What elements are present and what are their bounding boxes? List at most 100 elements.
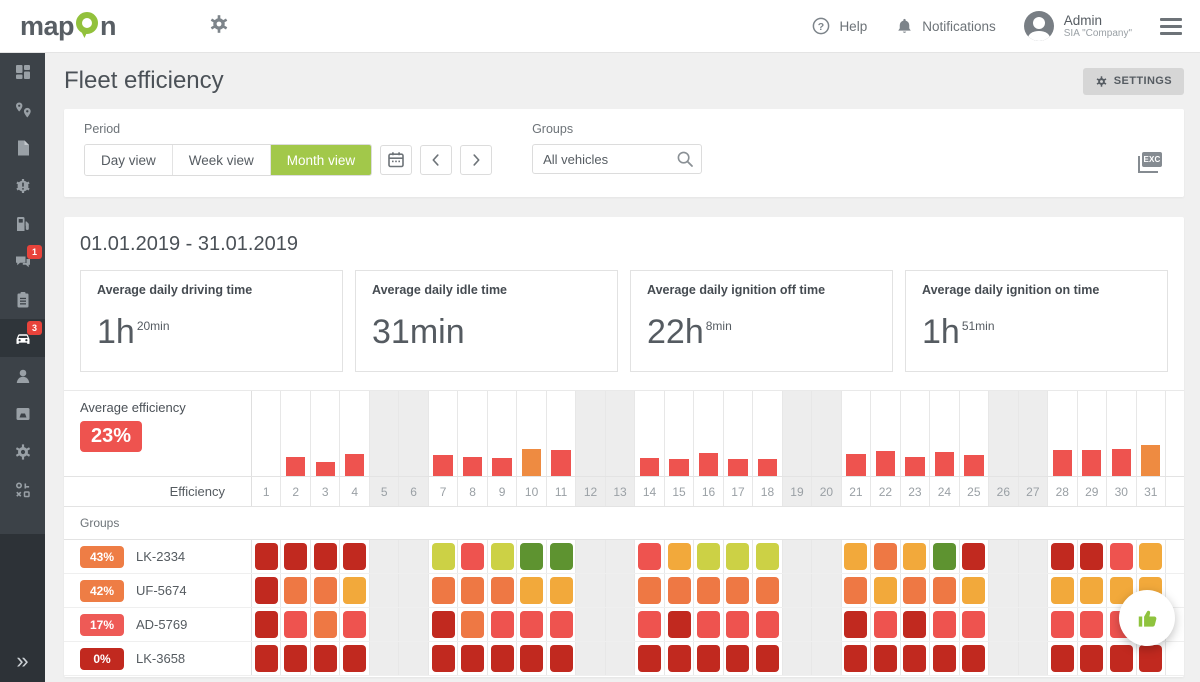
efficiency-cell-day-7[interactable] xyxy=(429,540,458,573)
efficiency-cell-day-21[interactable] xyxy=(842,642,871,675)
efficiency-cell-day-31[interactable] xyxy=(1137,540,1166,573)
efficiency-cell-day-29[interactable] xyxy=(1078,574,1107,607)
efficiency-cell-day-24[interactable] xyxy=(930,642,959,675)
efficiency-cell-day-4[interactable] xyxy=(340,540,369,573)
efficiency-cell-day-29[interactable] xyxy=(1078,608,1107,641)
sidebar-item-drivers[interactable] xyxy=(0,357,45,395)
mapon-logo[interactable]: mapn xyxy=(20,10,116,42)
search-icon[interactable] xyxy=(675,149,695,169)
efficiency-cell-day-16[interactable] xyxy=(694,642,723,675)
sidebar-item-dashboard[interactable] xyxy=(0,53,45,91)
efficiency-cell-day-8[interactable] xyxy=(458,642,487,675)
efficiency-cell-day-3[interactable] xyxy=(311,574,340,607)
export-excel-button[interactable]: EXC xyxy=(1138,148,1164,172)
efficiency-cell-day-8[interactable] xyxy=(458,540,487,573)
vehicle-name[interactable]: UF-5674 xyxy=(136,583,187,598)
sidebar-expand-button[interactable]: » xyxy=(0,648,45,674)
month-view-button[interactable]: Month view xyxy=(271,145,371,175)
efficiency-cell-day-30[interactable] xyxy=(1107,540,1136,573)
efficiency-cell-day-3[interactable] xyxy=(311,642,340,675)
day-view-button[interactable]: Day view xyxy=(85,145,173,175)
efficiency-cell-day-25[interactable] xyxy=(960,540,989,573)
efficiency-cell-day-31[interactable] xyxy=(1137,642,1166,675)
efficiency-cell-day-15[interactable] xyxy=(665,608,694,641)
sidebar-item-alerts[interactable] xyxy=(0,167,45,205)
sidebar-item-documents[interactable] xyxy=(0,129,45,167)
prev-period-button[interactable] xyxy=(420,145,452,175)
efficiency-cell-day-21[interactable] xyxy=(842,608,871,641)
sidebar-item-fuel[interactable] xyxy=(0,205,45,243)
efficiency-cell-day-25[interactable] xyxy=(960,608,989,641)
efficiency-cell-day-29[interactable] xyxy=(1078,642,1107,675)
efficiency-cell-day-15[interactable] xyxy=(665,540,694,573)
efficiency-cell-day-23[interactable] xyxy=(901,642,930,675)
efficiency-cell-day-7[interactable] xyxy=(429,574,458,607)
efficiency-cell-day-28[interactable] xyxy=(1048,540,1077,573)
efficiency-cell-day-28[interactable] xyxy=(1048,574,1077,607)
efficiency-cell-day-22[interactable] xyxy=(871,642,900,675)
efficiency-cell-day-7[interactable] xyxy=(429,608,458,641)
efficiency-cell-day-28[interactable] xyxy=(1048,608,1077,641)
sidebar-item-messages[interactable]: 1 xyxy=(0,243,45,281)
efficiency-cell-day-22[interactable] xyxy=(871,540,900,573)
efficiency-cell-day-23[interactable] xyxy=(901,574,930,607)
settings-button[interactable]: SETTINGS xyxy=(1083,68,1184,95)
efficiency-cell-day-16[interactable] xyxy=(694,608,723,641)
week-view-button[interactable]: Week view xyxy=(173,145,271,175)
vehicle-name[interactable]: LK-3658 xyxy=(136,651,185,666)
efficiency-cell-day-1[interactable] xyxy=(252,608,281,641)
efficiency-cell-day-16[interactable] xyxy=(694,574,723,607)
efficiency-cell-day-9[interactable] xyxy=(488,642,517,675)
efficiency-cell-day-18[interactable] xyxy=(753,540,782,573)
efficiency-cell-day-11[interactable] xyxy=(547,642,576,675)
efficiency-cell-day-29[interactable] xyxy=(1078,540,1107,573)
efficiency-cell-day-23[interactable] xyxy=(901,540,930,573)
efficiency-cell-day-11[interactable] xyxy=(547,574,576,607)
efficiency-cell-day-22[interactable] xyxy=(871,574,900,607)
efficiency-cell-day-22[interactable] xyxy=(871,608,900,641)
efficiency-cell-day-14[interactable] xyxy=(635,574,664,607)
efficiency-cell-day-7[interactable] xyxy=(429,642,458,675)
sidebar-item-tracking[interactable] xyxy=(0,91,45,129)
user-menu[interactable]: Admin SIA "Company" xyxy=(1024,11,1132,41)
efficiency-cell-day-10[interactable] xyxy=(517,574,546,607)
efficiency-cell-day-25[interactable] xyxy=(960,642,989,675)
sidebar-item-tasks[interactable] xyxy=(0,281,45,319)
efficiency-cell-day-28[interactable] xyxy=(1048,642,1077,675)
efficiency-cell-day-15[interactable] xyxy=(665,642,694,675)
efficiency-cell-day-9[interactable] xyxy=(488,574,517,607)
efficiency-cell-day-4[interactable] xyxy=(340,642,369,675)
vehicle-name[interactable]: LK-2334 xyxy=(136,549,185,564)
calendar-button[interactable] xyxy=(380,145,412,175)
efficiency-cell-day-11[interactable] xyxy=(547,608,576,641)
next-period-button[interactable] xyxy=(460,145,492,175)
efficiency-cell-day-14[interactable] xyxy=(635,608,664,641)
efficiency-cell-day-24[interactable] xyxy=(930,540,959,573)
feedback-fab-button[interactable] xyxy=(1119,590,1175,646)
efficiency-cell-day-4[interactable] xyxy=(340,608,369,641)
efficiency-cell-day-9[interactable] xyxy=(488,540,517,573)
efficiency-cell-day-1[interactable] xyxy=(252,642,281,675)
efficiency-cell-day-2[interactable] xyxy=(281,540,310,573)
efficiency-cell-day-15[interactable] xyxy=(665,574,694,607)
efficiency-cell-day-24[interactable] xyxy=(930,574,959,607)
efficiency-cell-day-17[interactable] xyxy=(724,574,753,607)
efficiency-cell-day-10[interactable] xyxy=(517,540,546,573)
vehicle-name[interactable]: AD-5769 xyxy=(136,617,187,632)
efficiency-cell-day-4[interactable] xyxy=(340,574,369,607)
efficiency-cell-day-21[interactable] xyxy=(842,540,871,573)
efficiency-cell-day-14[interactable] xyxy=(635,642,664,675)
efficiency-cell-day-8[interactable] xyxy=(458,574,487,607)
efficiency-cell-day-23[interactable] xyxy=(901,608,930,641)
efficiency-cell-day-30[interactable] xyxy=(1107,642,1136,675)
efficiency-cell-day-18[interactable] xyxy=(753,642,782,675)
efficiency-cell-day-25[interactable] xyxy=(960,574,989,607)
efficiency-cell-day-21[interactable] xyxy=(842,574,871,607)
notifications-button[interactable]: Notifications xyxy=(895,17,996,36)
help-button[interactable]: ? Help xyxy=(811,16,867,36)
efficiency-cell-day-14[interactable] xyxy=(635,540,664,573)
sidebar-item-settings[interactable] xyxy=(0,433,45,471)
header-gear-icon[interactable] xyxy=(208,13,230,40)
efficiency-cell-day-11[interactable] xyxy=(547,540,576,573)
efficiency-cell-day-3[interactable] xyxy=(311,540,340,573)
